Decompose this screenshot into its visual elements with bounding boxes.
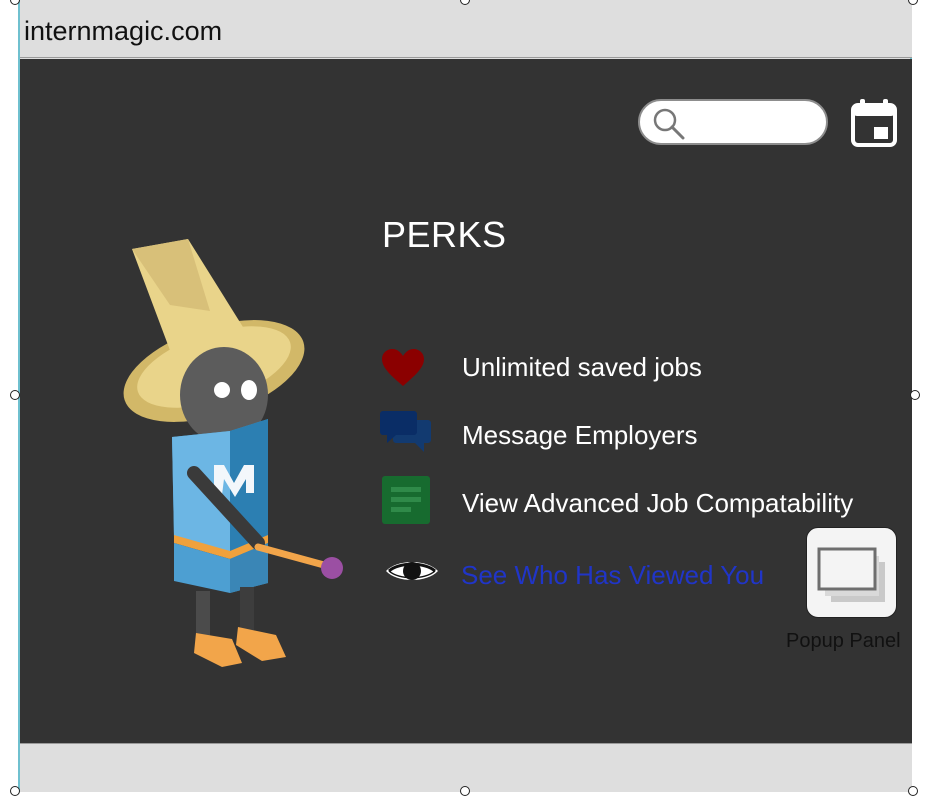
popup-panel-label: Popup Panel [786,630,901,652]
perks-heading: PERKS [382,214,507,255]
footer-bar [20,743,912,792]
perk-item-message-employers: Message Employers [462,420,698,450]
perk-item-advanced-compatibility: View Advanced Job Compatability [462,488,854,518]
eye-icon [386,562,438,580]
document-icon [382,476,430,524]
chat-bubbles-icon [380,411,431,452]
resize-handle-bottom-right[interactable] [908,786,918,796]
address-bar[interactable]: internmagic.com [20,0,912,58]
resize-handle-bottom-left[interactable] [10,786,20,796]
resize-handle-middle-right[interactable] [910,390,920,400]
url-text: internmagic.com [24,16,223,46]
popup-panel-widget[interactable] [806,527,897,618]
see-who-viewed-you-link[interactable]: See Who Has Viewed You [461,560,764,591]
search-input[interactable] [638,99,828,145]
calendar-icon[interactable] [850,98,898,148]
wizard-mascot-illustration [123,239,343,667]
resize-handle-middle-left[interactable] [10,390,20,400]
popup-panel-icon [817,547,885,602]
heart-icon [382,349,424,386]
resize-handle-bottom-center[interactable] [460,786,470,796]
resize-handle-top-right[interactable] [908,0,918,5]
perk-item-unlimited-saved-jobs: Unlimited saved jobs [462,352,702,382]
magnifier-icon [653,108,685,140]
